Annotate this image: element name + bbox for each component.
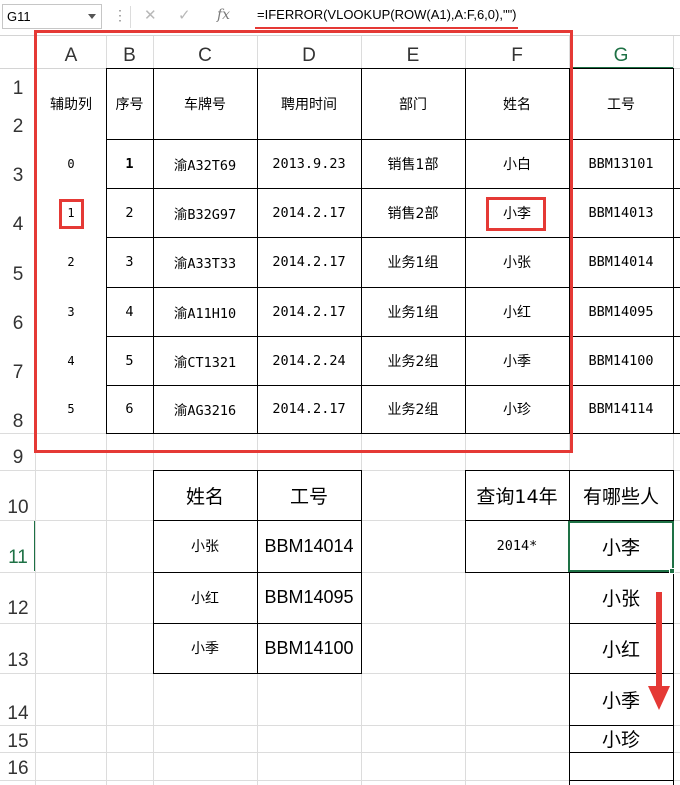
row-header-8[interactable]: 8	[0, 411, 36, 433]
row-header-14[interactable]: 14	[0, 703, 36, 725]
row-header-3[interactable]: 3	[0, 165, 36, 187]
row-header-16[interactable]: 16	[0, 758, 36, 780]
table-border	[673, 470, 674, 785]
enter-icon[interactable]: ✓	[178, 6, 191, 24]
row-header-2[interactable]: 2	[0, 116, 36, 138]
row-header-11[interactable]: 11	[0, 547, 36, 569]
active-cell-outline[interactable]	[568, 521, 674, 572]
table-border	[673, 68, 674, 434]
arrow-down-icon	[648, 592, 670, 710]
table-cell[interactable]: BBM14014	[569, 237, 673, 287]
more-options-icon[interactable]: ⋮	[113, 7, 127, 24]
row-header-4[interactable]: 4	[0, 214, 36, 236]
row-header-13[interactable]: 13	[0, 650, 36, 672]
formula-highlight-underline	[255, 27, 518, 29]
formula-input[interactable]: =IFERROR(VLOOKUP(ROW(A1),A:F,6,0),"")	[257, 7, 517, 22]
name-box[interactable]: G11	[2, 4, 102, 29]
table-cell[interactable]: 小季	[153, 623, 257, 673]
name-box-value: G11	[7, 9, 31, 24]
lookup-header-employee-id[interactable]: 工号	[257, 470, 361, 520]
results-header[interactable]: 有哪些人	[569, 470, 673, 520]
table-cell[interactable]: 小张	[153, 520, 257, 572]
header-employee-id[interactable]: 工号	[569, 68, 673, 139]
table-cell[interactable]: BBM14095	[569, 287, 673, 336]
table-cell[interactable]: 小红	[153, 572, 257, 623]
formula-bar-divider	[130, 6, 131, 28]
annotation-box-helper-value	[59, 199, 84, 229]
row-header-1[interactable]: 1	[0, 78, 36, 100]
row-header-5[interactable]: 5	[0, 264, 36, 286]
row-header-10[interactable]: 10	[0, 497, 36, 519]
fill-handle[interactable]	[669, 568, 675, 574]
table-border	[569, 752, 673, 753]
lookup-header-name[interactable]: 姓名	[153, 470, 257, 520]
table-cell[interactable]: BBM14100	[569, 336, 673, 385]
table-cell[interactable]: BBM13101	[569, 139, 673, 188]
column-header-g[interactable]: G	[569, 44, 673, 68]
table-border	[465, 572, 569, 573]
query-value[interactable]: 2014*	[465, 520, 569, 572]
table-cell[interactable]: BBM14095	[257, 572, 361, 623]
annotation-box-name	[486, 197, 546, 231]
result-cell[interactable]: 小珍	[569, 725, 673, 752]
table-cell[interactable]: BBM14014	[257, 520, 361, 572]
query-label[interactable]: 查询14年	[465, 470, 569, 520]
row-header-9[interactable]: 9	[0, 447, 36, 469]
table-cell[interactable]: BBM14100	[257, 623, 361, 673]
table-border	[569, 780, 673, 781]
insert-function-icon[interactable]: fx	[217, 7, 230, 23]
annotation-box-main-table	[34, 30, 573, 453]
row-header-15[interactable]: 15	[0, 731, 36, 753]
chevron-down-icon[interactable]	[88, 14, 96, 19]
row-header-12[interactable]: 12	[0, 598, 36, 620]
row-header-7[interactable]: 7	[0, 362, 36, 384]
table-cell[interactable]: BBM14013	[569, 188, 673, 237]
cancel-icon[interactable]: ✕	[144, 6, 157, 24]
row-header-6[interactable]: 6	[0, 313, 36, 335]
table-cell[interactable]: BBM14114	[569, 385, 673, 433]
table-border	[361, 470, 362, 674]
